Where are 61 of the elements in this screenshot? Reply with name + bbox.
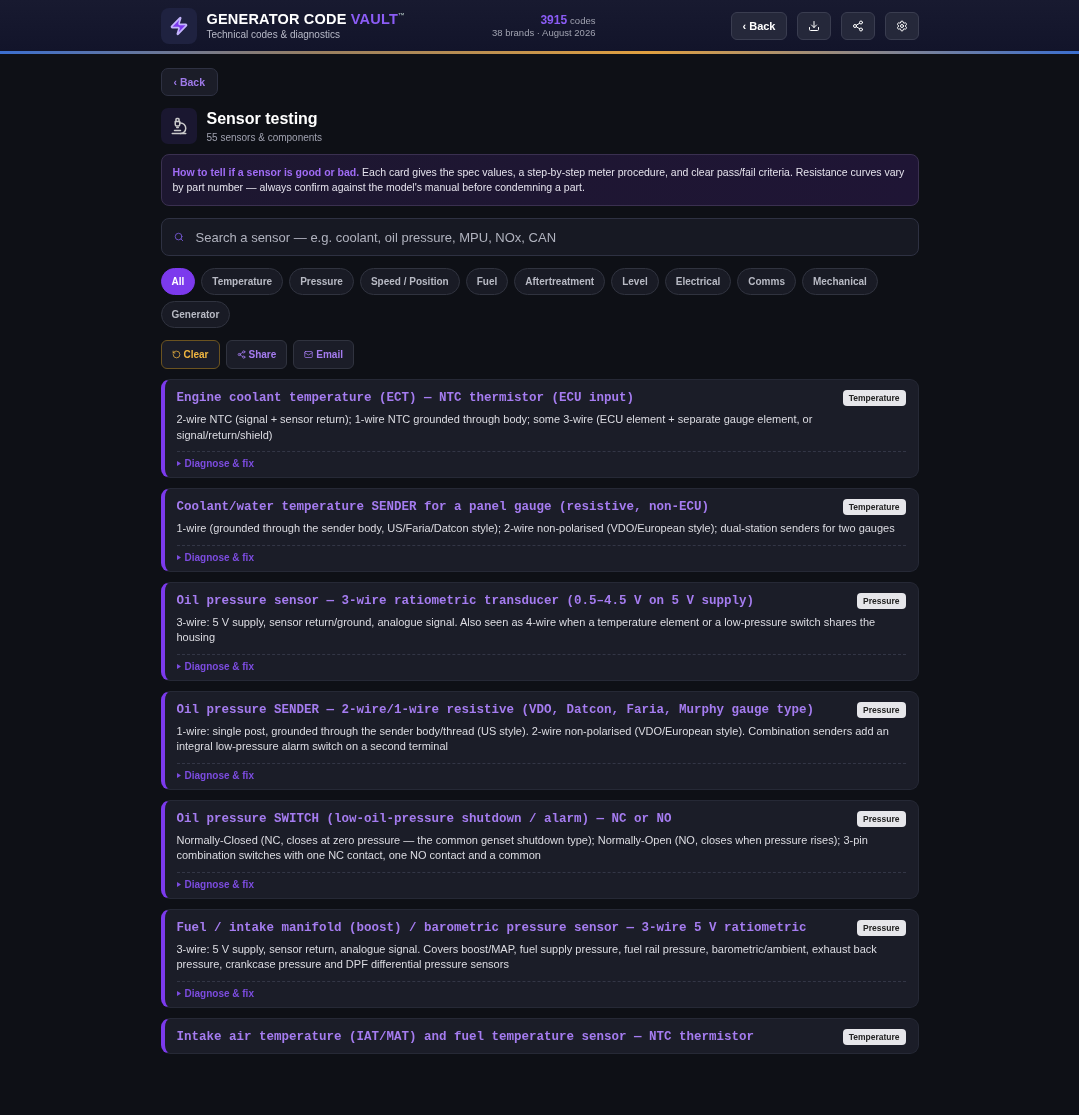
share-button[interactable]: Share — [225, 340, 288, 369]
clear-button[interactable]: Clear — [160, 340, 220, 369]
filter-chip[interactable]: Speed / Position — [359, 268, 460, 295]
settings-button[interactable] — [884, 11, 919, 40]
filter-chip[interactable]: Level — [611, 268, 659, 295]
app-tagline: Technical codes & diagnostics — [206, 29, 341, 40]
wiring-description: 3-wire: 5 V supply, sensor return, analogue signal. Covers boost/MAP, fuel supply pressure, fuel rail pressure, barometric/ambient, exhaust back pressure, crankcase pressure and DPF differential pressure sensors — [176, 941, 878, 972]
caret-icon — [176, 772, 181, 778]
page-title: Sensor testing — [206, 109, 319, 128]
filter-chip[interactable]: Comms — [737, 268, 796, 295]
sensor-title: Coolant/water temperature SENDER for a panel gauge (resistive, non-ECU) — [176, 500, 710, 514]
sensor-title: Oil pressure SENDER — 2-wire/1-wire resistive (VDO, Datcon, Faria, Murphy gauge type) — [176, 702, 815, 717]
caret-icon — [176, 554, 181, 560]
search-icon — [173, 232, 184, 242]
share-icon — [236, 350, 246, 359]
category-tag: Pressure — [857, 919, 906, 936]
caret-icon — [176, 461, 181, 466]
caret-icon — [176, 990, 181, 996]
share-icon — [851, 19, 864, 32]
page-subtitle: 55 sensors & components — [206, 131, 323, 143]
filter-chip[interactable]: All — [160, 268, 196, 295]
code-count: 3915 codes — [540, 13, 596, 27]
wiring-description: 3-wire: 5 V supply, sensor return/ground, analogue signal. Also seen as 4-wire when a temperature element or a low-pressure switch shares the housing — [176, 614, 877, 645]
filter-chip[interactable]: Fuel — [465, 268, 509, 295]
share-button[interactable] — [840, 11, 875, 40]
reset-icon — [171, 350, 181, 359]
sensor-title: Engine coolant temperature (ECT) — NTC thermistor (ECU input) — [176, 391, 635, 405]
filter-chip[interactable]: Temperature — [201, 268, 284, 295]
microscope-icon — [160, 108, 197, 144]
search-field[interactable]: Search a sensor — e.g. coolant, oil pressure, MPU, NOx, CAN — [160, 218, 919, 256]
filter-chip[interactable]: Pressure — [289, 268, 354, 295]
sensor-title: Oil pressure sensor — 3-wire ratiometric transducer (0.5–4.5 V on 5 V supply) — [176, 593, 755, 608]
wiring-description: 2-wire NTC (signal + sensor return); 1-wire NTC grounded through body; some 3-wire (ECU element + separate gauge element, or signal/return/shield) — [176, 412, 814, 443]
filter-chip[interactable]: Electrical — [664, 268, 732, 295]
sensor-title: Intake air temperature (IAT/MAT) and fuel temperature sensor — NTC thermistor — [176, 1029, 755, 1044]
category-tag: Pressure — [857, 810, 906, 827]
settings-icon — [895, 19, 908, 32]
brand-meta: 38 brands · August 2026 — [491, 27, 596, 38]
sensor-title: Fuel / intake manifold (boost) / barometric pressure sensor — 3-wire 5 V ratiometric — [176, 920, 807, 935]
app-title: GENERATOR CODE VAULT$^{™}$ — [206, 11, 407, 27]
category-tag: Pressure — [857, 701, 906, 718]
download-icon — [807, 19, 820, 32]
filter-chip[interactable]: Generator — [160, 301, 231, 328]
back-button[interactable]: ‹ Back — [731, 11, 787, 40]
mail-icon — [304, 350, 314, 359]
category-tag: Temperature — [842, 499, 906, 515]
filter-chip[interactable]: Mechanical — [801, 268, 878, 295]
filter-chip[interactable]: Aftertreatment — [514, 268, 606, 295]
download-button[interactable] — [796, 11, 831, 40]
category-tag: Pressure — [857, 592, 906, 609]
back-button[interactable]: ‹ Back — [160, 68, 218, 96]
category-tag: Temperature — [842, 1028, 906, 1045]
info-notice: How to tell if a sensor is good or bad. Each card gives the spec values, a step-by-step meter procedure, and clear pass/fail criteria. Resistance curves vary by part number — always confirm against the model's manual before condemning a part. — [160, 154, 919, 206]
wiring-description: 1-wire: single post, grounded through the sender body/thread (US style). 2-wire non-polarised (VDO/European style). Combination senders add an integral low-pressure alarm switch on a second terminal — [176, 723, 890, 754]
wiring-description: 1-wire (grounded through the sender body, US/Faria/Datcon style); 2-wire non-polarised (VDO/European style); dual-station senders for two gauges — [176, 521, 896, 536]
email-button[interactable]: Email — [293, 340, 354, 369]
caret-icon — [176, 881, 181, 887]
caret-icon — [176, 663, 181, 669]
category-tag: Temperature — [842, 390, 906, 406]
sensor-title: Oil pressure SWITCH (low-oil-pressure shutdown / alarm) — NC or NO — [176, 811, 672, 826]
wiring-description: Normally-Closed (NC, closes at zero pressure — the common genset shutdown type); Normally-Open (NO, closes when pressure rises); 3-pin combination switches with one NC contact, one NO contact and a common — [176, 832, 869, 863]
